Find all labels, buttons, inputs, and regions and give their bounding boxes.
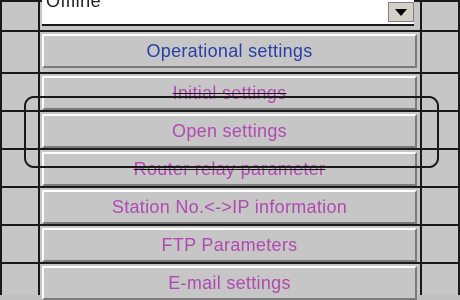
mode-dropdown[interactable]: Offline <box>42 0 414 26</box>
chevron-down-icon[interactable] <box>388 2 414 22</box>
grid-line <box>0 30 460 32</box>
ftp-parameters-button[interactable]: FTP Parameters <box>42 228 417 262</box>
highlight-frame <box>24 96 439 168</box>
grid-line <box>0 224 460 226</box>
station-ip-information-button[interactable]: Station No.<->IP information <box>42 190 417 224</box>
grid-line <box>0 72 460 74</box>
ftp-parameters-label: FTP Parameters <box>161 234 298 255</box>
station-ip-information-label: Station No.<->IP information <box>111 196 348 217</box>
mode-dropdown-value: Offline <box>46 0 102 11</box>
grid-line <box>0 262 460 264</box>
grid-line <box>0 186 460 188</box>
operational-settings-label: Operational settings <box>146 40 313 61</box>
operational-settings-button[interactable]: Operational settings <box>42 34 417 68</box>
settings-grid: Offline Operational settings Initial set… <box>0 0 460 300</box>
email-settings-label: E-mail settings <box>168 272 291 293</box>
